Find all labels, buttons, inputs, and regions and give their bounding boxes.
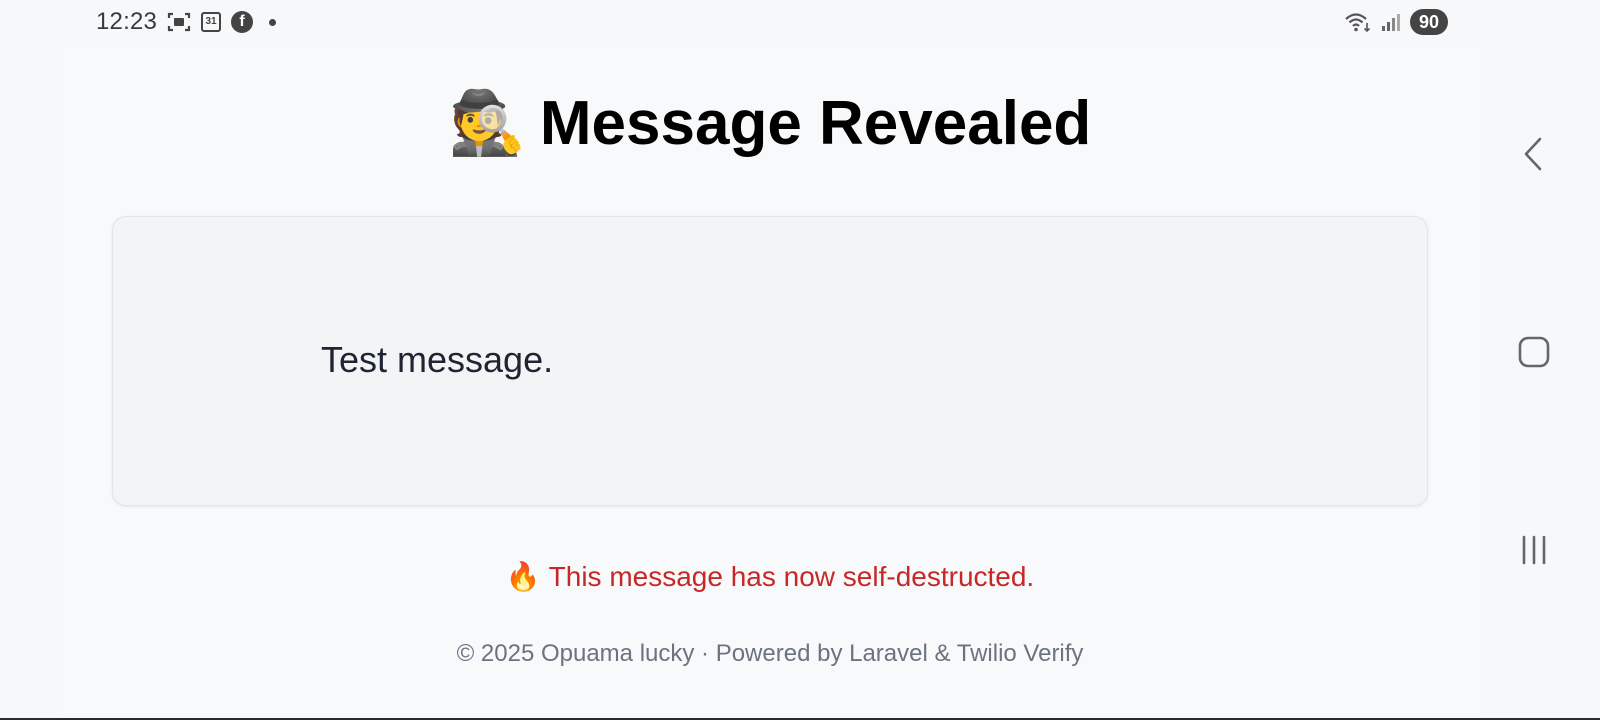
status-bar: 12:23 31 f 90 — [0, 0, 1600, 44]
navigation-bar — [1480, 44, 1600, 720]
signal-icon — [1380, 12, 1402, 32]
back-button[interactable] — [1506, 126, 1562, 182]
status-bar-left: 12:23 31 f — [96, 6, 277, 38]
notification-dot-icon — [269, 18, 277, 26]
footer-text: © 2025 Opuama lucky · Powered by Laravel… — [456, 640, 1084, 667]
page-title: Message Revealed — [539, 89, 1092, 158]
detective-icon: 🕵️ — [448, 89, 526, 158]
self-destruct-notice: 🔥 This message has now self-destructed. — [60, 560, 1480, 593]
recents-button[interactable] — [1506, 522, 1562, 578]
fire-icon: 🔥 — [505, 561, 541, 592]
self-destruct-text: This message has now self-destructed. — [548, 561, 1035, 592]
facebook-icon: f — [231, 11, 254, 33]
back-icon — [1524, 137, 1542, 171]
home-icon — [1518, 336, 1550, 368]
message-text: Test message. — [321, 339, 554, 380]
calendar-icon: 31 — [201, 12, 222, 32]
screenshot-icon — [167, 11, 191, 33]
page-content: 🕵️ Message Revealed Test message. 🔥 This … — [60, 44, 1480, 720]
wifi-icon — [1344, 11, 1372, 33]
message-card: Test message. — [112, 216, 1428, 506]
recents-icon — [1522, 535, 1546, 565]
battery-icon: 90 — [1409, 9, 1448, 35]
home-button[interactable] — [1506, 324, 1562, 380]
page-header: 🕵️ Message Revealed — [60, 86, 1480, 162]
status-time: 12:23 — [96, 8, 158, 35]
status-bar-right: 90 — [1344, 8, 1448, 36]
